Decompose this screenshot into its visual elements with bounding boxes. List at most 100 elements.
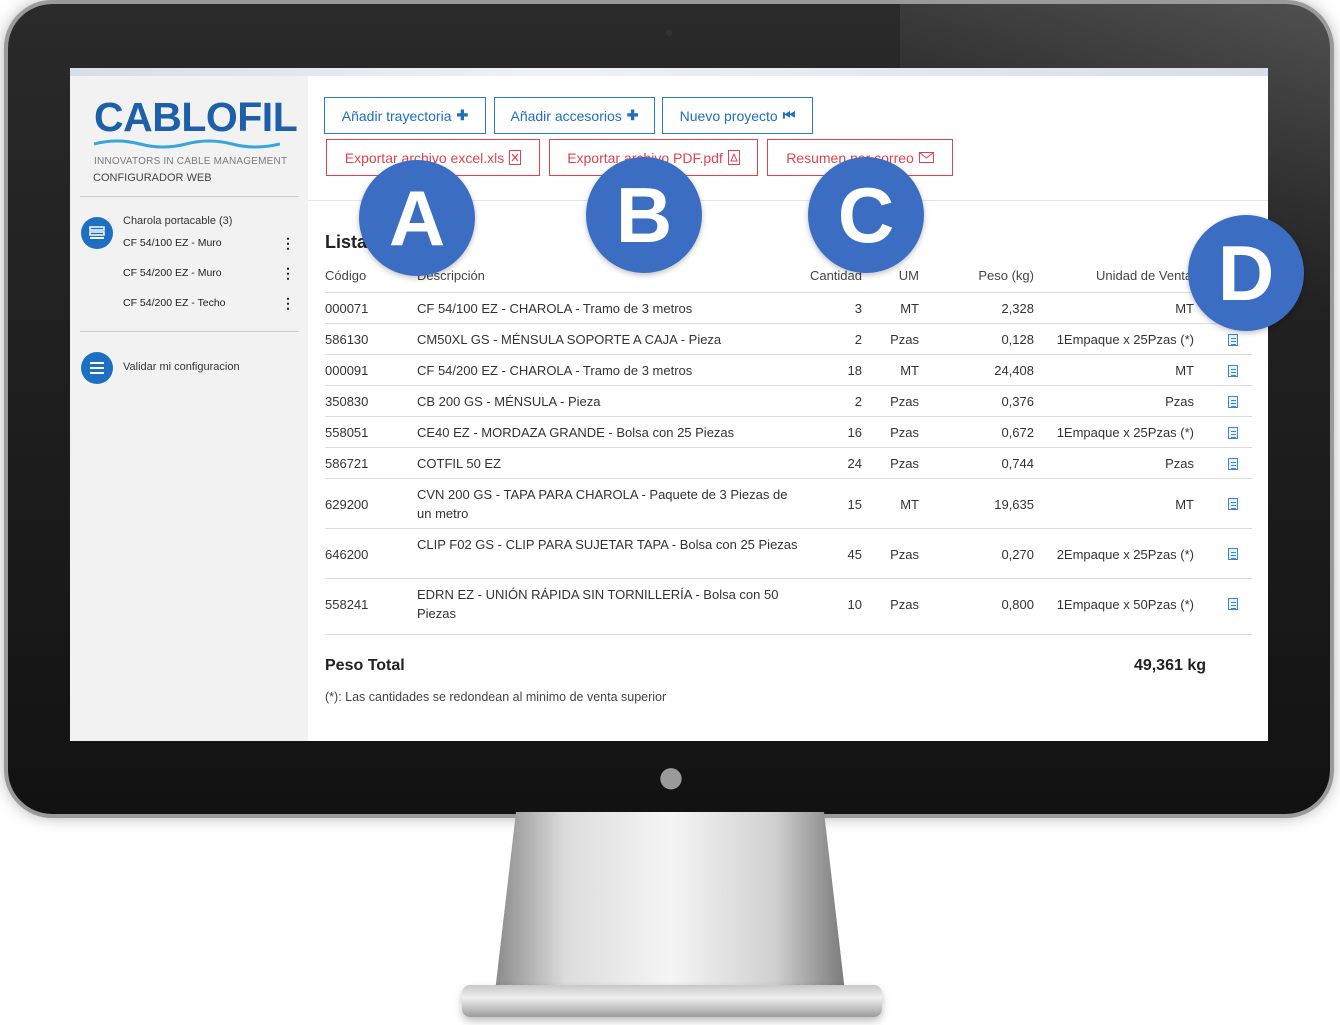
quantity-cell: 2 — [854, 332, 862, 347]
code-cell: 558241 — [325, 597, 369, 612]
sale-unit-cell: 2Empaque x 25Pzas (*) — [1056, 547, 1194, 562]
document-icon[interactable] — [1228, 548, 1238, 560]
add-path-button[interactable]: Añadir trayectoria ✚ — [324, 97, 486, 134]
quantity-cell: 18 — [847, 363, 862, 378]
weight-cell: 2,328 — [1001, 301, 1034, 316]
sale-unit-cell: Pzas — [1165, 394, 1194, 409]
sale-unit-cell: 1Empaque x 25Pzas (*) — [1056, 425, 1194, 440]
um-cell: MT — [900, 363, 919, 378]
table-row: 586721 COTFIL 50 EZ 24 Pzas 0,744 Pzas — [325, 447, 1252, 478]
tray-group-title[interactable]: Charola portacable (3) — [123, 215, 232, 227]
quantity-cell: 16 — [847, 425, 862, 440]
sidebar-item-cf54-200-techo[interactable]: CF 54/200 EZ - Techo — [123, 297, 226, 309]
table-row: 558241 EDRN EZ - UNIÓN RÁPIDA SIN TORNILL… — [325, 578, 1252, 628]
logo-wave-icon — [94, 139, 280, 149]
um-cell: MT — [900, 497, 919, 512]
document-icon[interactable] — [1228, 498, 1238, 510]
um-cell: Pzas — [890, 394, 919, 409]
rounding-footnote: (*): Las cantidades se redondean al mini… — [325, 690, 667, 704]
weight-cell: 0,672 — [1001, 425, 1034, 440]
table-row: 000071 CF 54/100 EZ - CHAROLA - Tramo de … — [325, 292, 1252, 323]
envelope-icon — [918, 152, 934, 163]
new-project-button[interactable]: Nuevo proyecto ⏮ — [662, 97, 813, 134]
excel-file-icon — [509, 150, 522, 165]
description-cell: CM50XL GS - MÉNSULA SOPORTE A CAJA - Pie… — [417, 332, 722, 347]
um-cell: Pzas — [890, 547, 919, 562]
quantity-cell: 10 — [847, 597, 862, 612]
table-bottom-rule — [325, 634, 1252, 635]
camera-dot — [666, 30, 672, 36]
weight-cell: 0,744 — [1001, 456, 1034, 471]
weight-cell: 0,128 — [1001, 332, 1034, 347]
logo-tagline: INNOVATORS IN CABLE MANAGEMENT — [94, 156, 288, 167]
code-cell: 586130 — [325, 332, 369, 347]
callout-b: B — [586, 157, 702, 273]
um-cell: Pzas — [890, 456, 919, 471]
sidebar-divider — [80, 331, 299, 332]
tray-group-icon[interactable] — [81, 217, 113, 249]
add-accessories-label: Añadir accesorios — [510, 107, 622, 124]
browser-top-strip — [70, 68, 1268, 76]
document-icon[interactable] — [1228, 334, 1238, 346]
sale-unit-cell: 1Empaque x 25Pzas (*) — [1056, 332, 1194, 347]
sale-unit-cell: MT — [1175, 363, 1194, 378]
description-cell: CVN 200 GS - TAPA PARA CHAROLA - Paquete… — [417, 487, 788, 521]
document-icon[interactable] — [1228, 458, 1238, 470]
monitor-stand — [495, 812, 845, 992]
code-cell: 350830 — [325, 394, 369, 409]
cablofil-logo: CABLOFIL — [94, 94, 298, 140]
code-cell: 558051 — [325, 425, 369, 440]
description-cell: CF 54/100 EZ - CHAROLA - Tramo de 3 metr… — [417, 301, 693, 316]
total-weight-label: Peso Total — [325, 657, 405, 674]
new-project-label: Nuevo proyecto — [679, 107, 778, 124]
sale-unit-cell: 1Empaque x 50Pzas (*) — [1056, 597, 1194, 612]
sidebar: CABLOFIL INNOVATORS IN CABLE MANAGEMENT … — [70, 76, 308, 741]
sidebar-divider — [80, 196, 299, 197]
list-icon[interactable] — [81, 352, 113, 384]
add-accessories-button[interactable]: Añadir accesorios ✚ — [494, 97, 655, 134]
quantity-cell: 3 — [854, 301, 862, 316]
weight-cell: 0,270 — [1001, 547, 1034, 562]
validate-config-link[interactable]: Validar mi configuracion — [123, 361, 240, 373]
column-header-sale-unit: Unidad de Venta — [1096, 268, 1193, 283]
document-icon[interactable] — [1228, 427, 1238, 439]
kebab-menu-icon[interactable]: ⋮ — [281, 235, 295, 252]
quantity-cell: 24 — [847, 456, 862, 471]
document-icon[interactable] — [1228, 598, 1238, 610]
monitor-stand-base — [462, 985, 882, 1017]
sale-unit-cell: MT — [1175, 497, 1194, 512]
pdf-file-icon — [727, 150, 740, 165]
table-row: 586130 CM50XL GS - MÉNSULA SOPORTE A CAJA… — [325, 323, 1252, 354]
code-cell: 646200 — [325, 547, 369, 562]
um-cell: Pzas — [890, 425, 919, 440]
quantity-cell: 2 — [854, 394, 862, 409]
document-icon[interactable] — [1228, 396, 1238, 408]
um-cell: Pzas — [890, 597, 919, 612]
sidebar-item-cf54-200-muro[interactable]: CF 54/200 EZ - Muro — [123, 267, 222, 279]
table-row: 558051 CE40 EZ - MORDAZA GRANDE - Bolsa c… — [325, 416, 1252, 447]
plus-icon: ✚ — [456, 107, 469, 123]
description-cell: CE40 EZ - MORDAZA GRANDE - Bolsa con 25 … — [417, 425, 735, 440]
code-cell: 629200 — [325, 497, 369, 512]
um-cell: Pzas — [890, 332, 919, 347]
apple-icon: ● — [658, 760, 684, 793]
total-weight-value: 49,361 kg — [1133, 657, 1206, 674]
kebab-menu-icon[interactable]: ⋮ — [281, 295, 295, 312]
column-header-code: Código — [325, 268, 367, 283]
table-row: 000091 CF 54/200 EZ - CHAROLA - Tramo de … — [325, 354, 1252, 385]
callout-c: C — [808, 157, 924, 273]
weight-cell: 0,376 — [1001, 394, 1034, 409]
quantity-cell: 45 — [847, 547, 862, 562]
sidebar-item-cf54-100-muro[interactable]: CF 54/100 EZ - Muro — [123, 237, 222, 249]
sale-unit-cell: Pzas — [1165, 456, 1194, 471]
code-cell: 000091 — [325, 363, 369, 378]
rewind-icon: ⏮ — [782, 107, 796, 123]
document-icon[interactable] — [1228, 365, 1238, 377]
table-row: 629200 CVN 200 GS - TAPA PARA CHAROLA - P… — [325, 478, 1252, 528]
description-cell: CB 200 GS - MÉNSULA - Pieza — [417, 394, 601, 409]
code-cell: 586721 — [325, 456, 369, 471]
kebab-menu-icon[interactable]: ⋮ — [281, 265, 295, 282]
weight-cell: 19,635 — [994, 497, 1034, 512]
weight-cell: 24,408 — [994, 363, 1034, 378]
table-row: 350830 CB 200 GS - MÉNSULA - Pieza 2 Pzas 0,… — [325, 385, 1252, 416]
